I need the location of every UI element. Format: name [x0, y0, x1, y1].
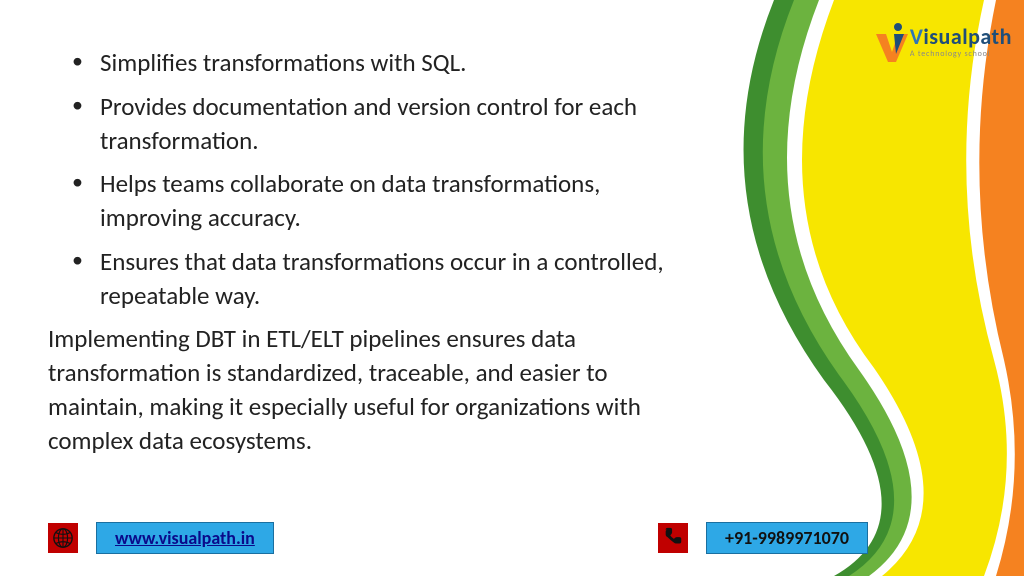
- content-area: Simplifies transformations with SQL. Pro…: [48, 46, 688, 457]
- website-link[interactable]: www.visualpath.in: [96, 522, 274, 554]
- footer: www.visualpath.in +91-9989971070: [48, 522, 868, 554]
- brand-logo: Visualpath A technology school: [874, 22, 1012, 62]
- logo-text: Visualpath A technology school: [910, 26, 1012, 58]
- logo-tagline: A technology school: [910, 50, 1012, 58]
- bullet-list: Simplifies transformations with SQL. Pro…: [48, 46, 688, 312]
- bullet-item: Simplifies transformations with SQL.: [48, 46, 688, 80]
- bullet-item: Helps teams collaborate on data transfor…: [48, 167, 688, 235]
- wave-decoration: [684, 0, 1024, 576]
- phone-icon: [658, 523, 688, 553]
- logo-name-rest: isualpath: [923, 23, 1012, 50]
- logo-name: Visualpath: [910, 26, 1012, 48]
- bullet-item: Ensures that data transformations occur …: [48, 245, 688, 313]
- slide: Visualpath A technology school Simplifie…: [0, 0, 1024, 576]
- bullet-item: Provides documentation and version contr…: [48, 90, 688, 158]
- logo-mark: [874, 22, 908, 62]
- summary-paragraph: Implementing DBT in ETL/ELT pipelines en…: [48, 322, 688, 457]
- logo-name-accent: V: [910, 23, 924, 50]
- phone-number: +91-9989971070: [706, 522, 868, 554]
- globe-icon: [48, 523, 78, 553]
